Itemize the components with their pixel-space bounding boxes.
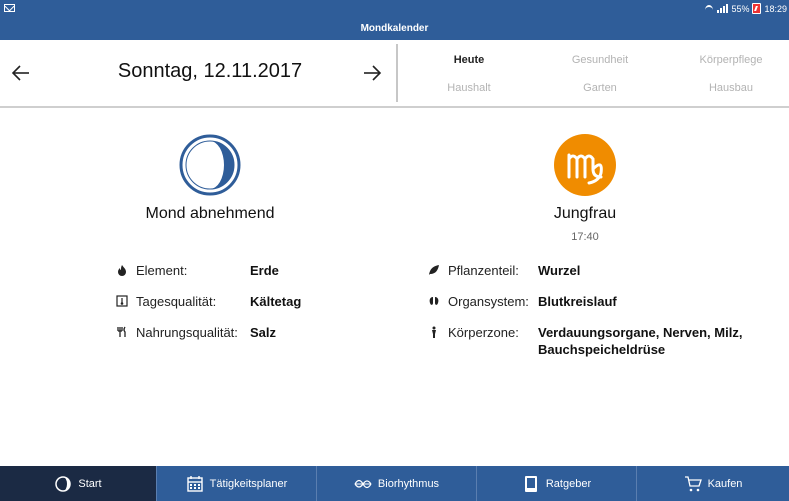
koerperzone-label: Körperzone: [448, 325, 519, 340]
zodiac-entry-time: 17:40 [571, 231, 599, 243]
organsystem-row: Organsystem: Blutkreislauf [428, 294, 768, 312]
tagesqualitaet-row: Tagesqualität: Kältetag [116, 294, 376, 312]
element-value: Erde [250, 263, 279, 278]
battery-percent: 55% [731, 3, 750, 14]
category-gesundheit[interactable]: Gesundheit [545, 54, 655, 66]
status-indicators: 55% 18:29 [704, 3, 787, 14]
koerperzone-value: Verdauungsorgane, Nerven, Milz, [538, 325, 743, 340]
fire-icon [118, 265, 126, 276]
koerperzone-value-line2: Bauchspeicheldrüse [538, 342, 666, 357]
pflanzenteil-row: Pflanzenteil: Wurzel [428, 263, 768, 281]
status-bar: 55% 18:29 [0, 0, 789, 18]
category-garten[interactable]: Garten [545, 82, 655, 94]
tab-start-label: Start [78, 477, 102, 490]
category-hausbau[interactable]: Hausbau [676, 82, 786, 94]
pflanzenteil-value: Wurzel [538, 263, 581, 278]
next-day-button[interactable] [361, 62, 383, 84]
tagesqualitaet-value: Kältetag [250, 294, 302, 309]
mail-icon [4, 4, 15, 12]
tab-kaufen[interactable]: Kaufen [637, 466, 789, 501]
previous-day-button[interactable] [10, 62, 32, 84]
tab-biorhythmus[interactable]: Biorhythmus [317, 466, 476, 501]
moon-phase-icon [178, 133, 242, 197]
biorhythm-icon [354, 479, 372, 488]
calendar-icon [186, 475, 203, 492]
virgo-icon [553, 133, 617, 197]
tagesqualitaet-label: Tagesqualität: [136, 294, 217, 309]
arrow-right-icon [364, 65, 382, 81]
wifi-icon [704, 4, 714, 14]
organsystem-value: Blutkreislauf [538, 294, 617, 309]
cutlery-icon [117, 326, 126, 337]
koerperzone-row: Körperzone: Verdauungsorgane, Nerven, Mi… [428, 325, 768, 361]
organsystem-label: Organsystem: [448, 294, 529, 309]
book-icon [524, 475, 537, 492]
nahrungsqualitaet-label: Nahrungsqualität: [136, 325, 238, 340]
leaf-icon [429, 265, 439, 275]
organ-icon [429, 297, 439, 305]
header-divider [396, 44, 398, 102]
tab-taetigkeitsplaner-label: Tätigkeitsplaner [209, 477, 288, 490]
thermometer-icon [116, 295, 128, 307]
tab-taetigkeitsplaner[interactable]: Tätigkeitsplaner [157, 466, 316, 501]
battery-icon [752, 3, 762, 14]
category-haushalt[interactable]: Haushalt [414, 82, 524, 94]
body-icon [432, 326, 436, 338]
moon-start-icon [55, 475, 72, 492]
nahrungsqualitaet-row: Nahrungsqualität: Salz [116, 325, 376, 343]
clock: 18:29 [764, 3, 787, 14]
element-row: Element: Erde [116, 263, 376, 281]
arrow-left-icon [11, 65, 29, 81]
date-title: Sonntag, 12.11.2017 [117, 60, 303, 82]
moon-phase-title: Mond abnehmend [145, 205, 275, 222]
category-koerperpflege[interactable]: Körperpflege [676, 54, 786, 66]
app-title: Mondkalender [0, 18, 789, 40]
tab-start[interactable]: Start [0, 466, 156, 501]
bottom-navigation: Start Tätigkeitsplaner Biorhythmus Ratge… [0, 466, 789, 501]
tab-ratgeber[interactable]: Ratgeber [477, 466, 636, 501]
category-heute[interactable]: Heute [414, 54, 524, 66]
signal-icon [717, 4, 729, 13]
zodiac-sign-title: Jungfrau [553, 205, 617, 222]
tab-biorhythmus-label: Biorhythmus [377, 477, 440, 490]
nahrungsqualitaet-value: Salz [250, 325, 277, 340]
pflanzenteil-label: Pflanzenteil: [448, 263, 519, 278]
cart-icon [684, 475, 702, 491]
date-header: Sonntag, 12.11.2017 Heute Gesundheit Kör… [0, 40, 789, 108]
element-label: Element: [136, 263, 188, 278]
tab-kaufen-label: Kaufen [707, 477, 743, 490]
tab-ratgeber-label: Ratgeber [545, 477, 592, 490]
